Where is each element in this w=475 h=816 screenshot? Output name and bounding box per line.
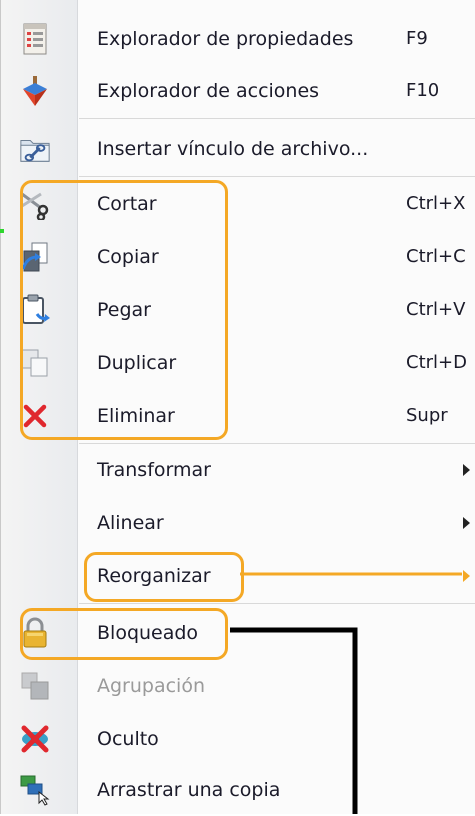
menu-item-label: Insertar vínculo de archivo...	[97, 137, 369, 160]
property-explorer-icon	[19, 23, 51, 55]
menu-item-shortcut: F9	[406, 28, 428, 49]
menu-item-shortcut: Ctrl+D	[406, 352, 467, 373]
menu-item-shortcut: Ctrl+C	[406, 246, 466, 267]
green-indicator-mark	[0, 229, 4, 233]
submenu-arrow-icon	[463, 463, 470, 476]
submenu-arrow-icon	[463, 516, 470, 529]
menu-item-delete[interactable]: Eliminar Supr	[1, 389, 475, 442]
menu-item-grouping[interactable]: Agrupación	[1, 659, 475, 712]
menu-separator	[79, 603, 475, 604]
menu-item-copy[interactable]: Copiar Ctrl+C	[1, 230, 475, 283]
menu-item-shortcut: Ctrl+V	[406, 299, 466, 320]
menu-item-label: Oculto	[97, 727, 159, 750]
submenu-arrow-icon	[463, 569, 470, 582]
paste-icon	[19, 294, 51, 326]
menu-item-insert-file-link[interactable]: Insertar vínculo de archivo...	[1, 122, 475, 175]
menu-item-label: Transformar	[97, 458, 211, 481]
menu-item-label: Explorador de acciones	[97, 79, 320, 102]
menu-separator	[79, 118, 475, 119]
context-menu: Explorador de propiedades F9 Explorador …	[0, 0, 475, 814]
menu-item-transform[interactable]: Transformar	[1, 443, 475, 496]
menu-item-hidden[interactable]: Oculto	[1, 712, 475, 765]
lock-icon	[19, 617, 51, 649]
menu-item-duplicate[interactable]: Duplicar Ctrl+D	[1, 336, 475, 389]
group-icon	[19, 670, 51, 702]
menu-item-reorganize[interactable]: Reorganizar	[1, 549, 475, 602]
menu-item-locked[interactable]: Bloqueado	[1, 606, 475, 659]
menu-item-action-explorer[interactable]: Explorador de acciones F10	[1, 64, 475, 117]
file-link-icon	[19, 133, 51, 165]
delete-icon	[19, 400, 51, 432]
menu-item-cut[interactable]: Cortar Ctrl+X	[1, 177, 475, 230]
menu-item-label: Reorganizar	[97, 564, 211, 587]
menu-item-label: Bloqueado	[97, 621, 199, 644]
menu-item-label: Explorador de propiedades	[97, 27, 354, 50]
action-explorer-icon	[19, 75, 51, 107]
menu-item-label: Agrupación	[97, 674, 206, 697]
menu-item-shortcut: Ctrl+X	[406, 193, 466, 214]
menu-item-drag-copy[interactable]: Arrastrar una copia	[1, 763, 475, 816]
menu-item-label: Eliminar	[97, 404, 175, 427]
scissors-icon	[19, 188, 51, 220]
menu-item-paste[interactable]: Pegar Ctrl+V	[1, 283, 475, 336]
menu-item-label: Copiar	[97, 245, 159, 268]
menu-item-label: Cortar	[97, 192, 157, 215]
menu-item-label: Pegar	[97, 298, 151, 321]
menu-item-label: Alinear	[97, 511, 164, 534]
copy-icon	[19, 241, 51, 273]
hidden-icon	[19, 723, 51, 755]
menu-item-shortcut: F10	[406, 80, 440, 101]
menu-item-shortcut: Supr	[406, 405, 448, 426]
menu-item-align[interactable]: Alinear	[1, 496, 475, 549]
duplicate-icon	[19, 347, 51, 379]
drag-copy-icon	[19, 774, 51, 806]
menu-item-property-explorer[interactable]: Explorador de propiedades F9	[1, 12, 475, 65]
menu-item-label: Arrastrar una copia	[97, 778, 281, 801]
menu-item-label: Duplicar	[97, 351, 177, 374]
